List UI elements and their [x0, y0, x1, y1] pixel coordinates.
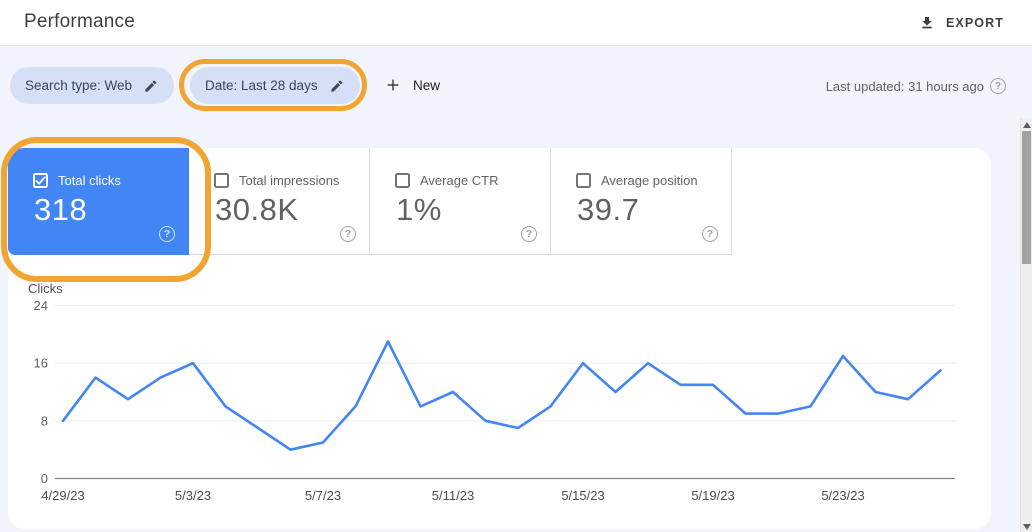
metric-label: Total clicks	[58, 173, 121, 188]
metric-label: Total impressions	[239, 173, 340, 188]
checkmark-icon	[35, 176, 46, 185]
svg-text:5/11/23: 5/11/23	[432, 488, 474, 503]
help-icon[interactable]: ?	[340, 226, 356, 242]
page-title: Performance	[24, 11, 135, 32]
new-filter-label: New	[413, 77, 441, 93]
average-ctr-checkbox[interactable]	[395, 173, 410, 188]
svg-text:16: 16	[34, 356, 48, 371]
svg-text:8: 8	[41, 413, 48, 428]
scrollbar-up-arrow-icon[interactable]	[1023, 122, 1031, 128]
metric-card-total-clicks[interactable]: Total clicks 318 ?	[8, 148, 189, 255]
total-clicks-checkbox[interactable]	[33, 173, 48, 188]
export-label: EXPORT	[946, 16, 1004, 30]
svg-text:24: 24	[34, 298, 48, 313]
metrics-row: Total clicks 318 ? Total impressions 30.…	[8, 148, 991, 255]
help-icon[interactable]: ?	[702, 226, 718, 242]
metric-card-average-ctr[interactable]: Average CTR 1% ?	[370, 148, 551, 255]
last-updated-text: Last updated: 31 hours ago ?	[826, 78, 1006, 94]
date-filter-chip[interactable]: Date: Last 28 days	[190, 67, 360, 104]
svg-text:0: 0	[41, 471, 48, 486]
metric-value: 39.7	[577, 192, 640, 227]
search-type-chip-label: Search type: Web	[25, 78, 133, 93]
metric-label: Average position	[601, 173, 698, 188]
clicks-line-chart: 0 8 16 24 4/29/23 5/3/23 5/7/23 5/11/23 5/15/23 5…	[34, 298, 955, 503]
metric-value: 1%	[396, 192, 442, 227]
svg-text:5/7/23: 5/7/23	[305, 488, 341, 503]
new-filter-button[interactable]: New	[385, 71, 440, 99]
metric-card-total-impressions[interactable]: Total impressions 30.8K ?	[189, 148, 370, 255]
help-icon[interactable]: ?	[159, 226, 175, 242]
svg-text:4/29/23: 4/29/23	[41, 488, 84, 503]
search-type-chip[interactable]: Search type: Web	[10, 67, 175, 104]
export-button[interactable]: EXPORT	[919, 9, 1004, 37]
download-icon	[922, 17, 932, 29]
plus-icon	[387, 79, 399, 91]
scrollbar-down-arrow-icon[interactable]	[1023, 524, 1031, 530]
metric-value: 318	[34, 192, 88, 227]
filter-bar: Search type: Web Date: Last 28 days New …	[0, 47, 1032, 147]
average-position-checkbox[interactable]	[576, 173, 591, 188]
svg-text:5/23/23: 5/23/23	[821, 488, 864, 503]
metric-card-average-position[interactable]: Average position 39.7 ?	[551, 148, 732, 255]
total-impressions-checkbox[interactable]	[214, 173, 229, 188]
top-app-bar: Performance EXPORT	[0, 0, 1032, 46]
pencil-icon[interactable]	[143, 78, 159, 94]
scrollbar-thumb[interactable]	[1022, 131, 1031, 264]
svg-text:5/3/23: 5/3/23	[175, 488, 211, 503]
metric-label: Average CTR	[420, 173, 499, 188]
help-icon[interactable]: ?	[990, 78, 1006, 94]
pencil-icon[interactable]	[329, 78, 345, 94]
help-icon[interactable]: ?	[521, 226, 537, 242]
scrollbar[interactable]	[1020, 118, 1032, 532]
svg-text:5/19/23: 5/19/23	[691, 488, 734, 503]
metric-value: 30.8K	[215, 192, 299, 227]
date-filter-chip-label: Date: Last 28 days	[205, 78, 318, 93]
svg-text:5/15/23: 5/15/23	[561, 488, 604, 503]
